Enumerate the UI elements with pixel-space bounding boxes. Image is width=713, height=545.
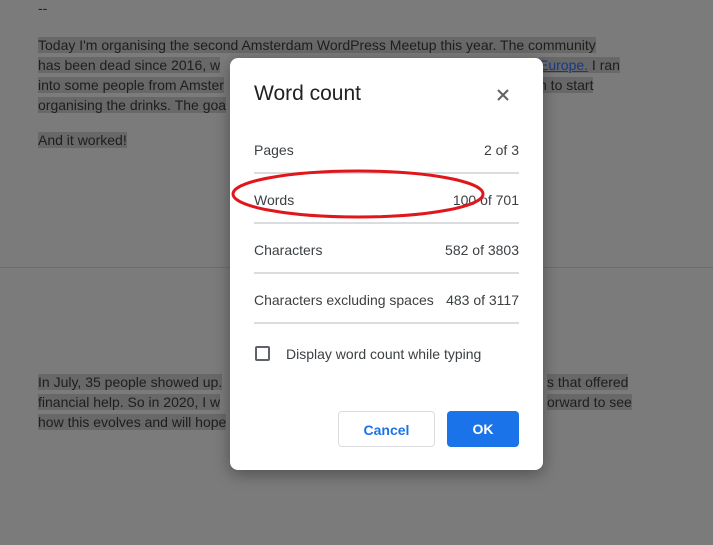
stat-label: Characters excluding spaces	[254, 292, 434, 308]
stat-value: 483 of 3117	[446, 292, 519, 308]
para1-line3-tail: n to start	[539, 77, 594, 93]
para1-line-3: into some people from Amster	[38, 77, 224, 93]
europe-link[interactable]: Europe.	[539, 57, 588, 73]
stat-value: 100 of 701	[452, 192, 519, 208]
para3-line-2: financial help. So in 2020, I w	[38, 394, 221, 410]
para3-tail-2: orward to see	[547, 394, 632, 410]
display-word-count-checkbox[interactable]	[255, 346, 270, 361]
para1-link-fragment: Europe. I ran n to start	[539, 55, 620, 95]
para3-line-3: how this evolves and will hope	[38, 414, 227, 430]
stat-row-characters-no-spaces: Characters excluding spaces 483 of 3117	[254, 274, 519, 324]
paragraph-3: In July, 35 people showed up. financial …	[38, 372, 227, 432]
ok-button[interactable]: OK	[447, 411, 519, 447]
display-word-count-option[interactable]: Display word count while typing	[254, 345, 524, 365]
close-icon	[497, 89, 509, 101]
para1-line-1: Today I'm organising the second Amsterda…	[38, 37, 596, 53]
word-count-dialog: Word count Pages 2 of 3 Words 100 of 701…	[230, 58, 543, 470]
para3-line-1: In July, 35 people showed up.	[38, 374, 223, 390]
dialog-title: Word count	[254, 82, 361, 105]
para1-line-4: organising the drinks. The goa	[38, 97, 227, 113]
para1-line-2: has been dead since 2016, w	[38, 57, 221, 73]
stat-label: Pages	[254, 142, 294, 158]
stat-label: Characters	[254, 242, 323, 258]
para3-tail-1: s that offered	[547, 374, 629, 390]
para3-tail-fragment: s that offered orward to see	[547, 372, 632, 412]
stat-label: Words	[254, 192, 295, 208]
checkbox-label: Display word count while typing	[286, 346, 482, 362]
stat-row-pages: Pages 2 of 3	[254, 124, 519, 174]
stat-value: 2 of 3	[483, 142, 519, 158]
stat-row-words: Words 100 of 701	[254, 174, 519, 224]
cancel-button[interactable]: Cancel	[338, 411, 435, 447]
doc-dash: --	[38, 0, 48, 16]
para2-text: And it worked!	[38, 132, 127, 148]
stat-value: 582 of 3803	[445, 242, 519, 258]
stat-row-characters: Characters 582 of 3803	[254, 224, 519, 274]
close-button[interactable]	[492, 84, 514, 106]
para1-link-tail: I ran	[588, 57, 620, 73]
paragraph-2: And it worked!	[38, 130, 127, 150]
stats-list: Pages 2 of 3 Words 100 of 701 Characters…	[254, 124, 519, 324]
